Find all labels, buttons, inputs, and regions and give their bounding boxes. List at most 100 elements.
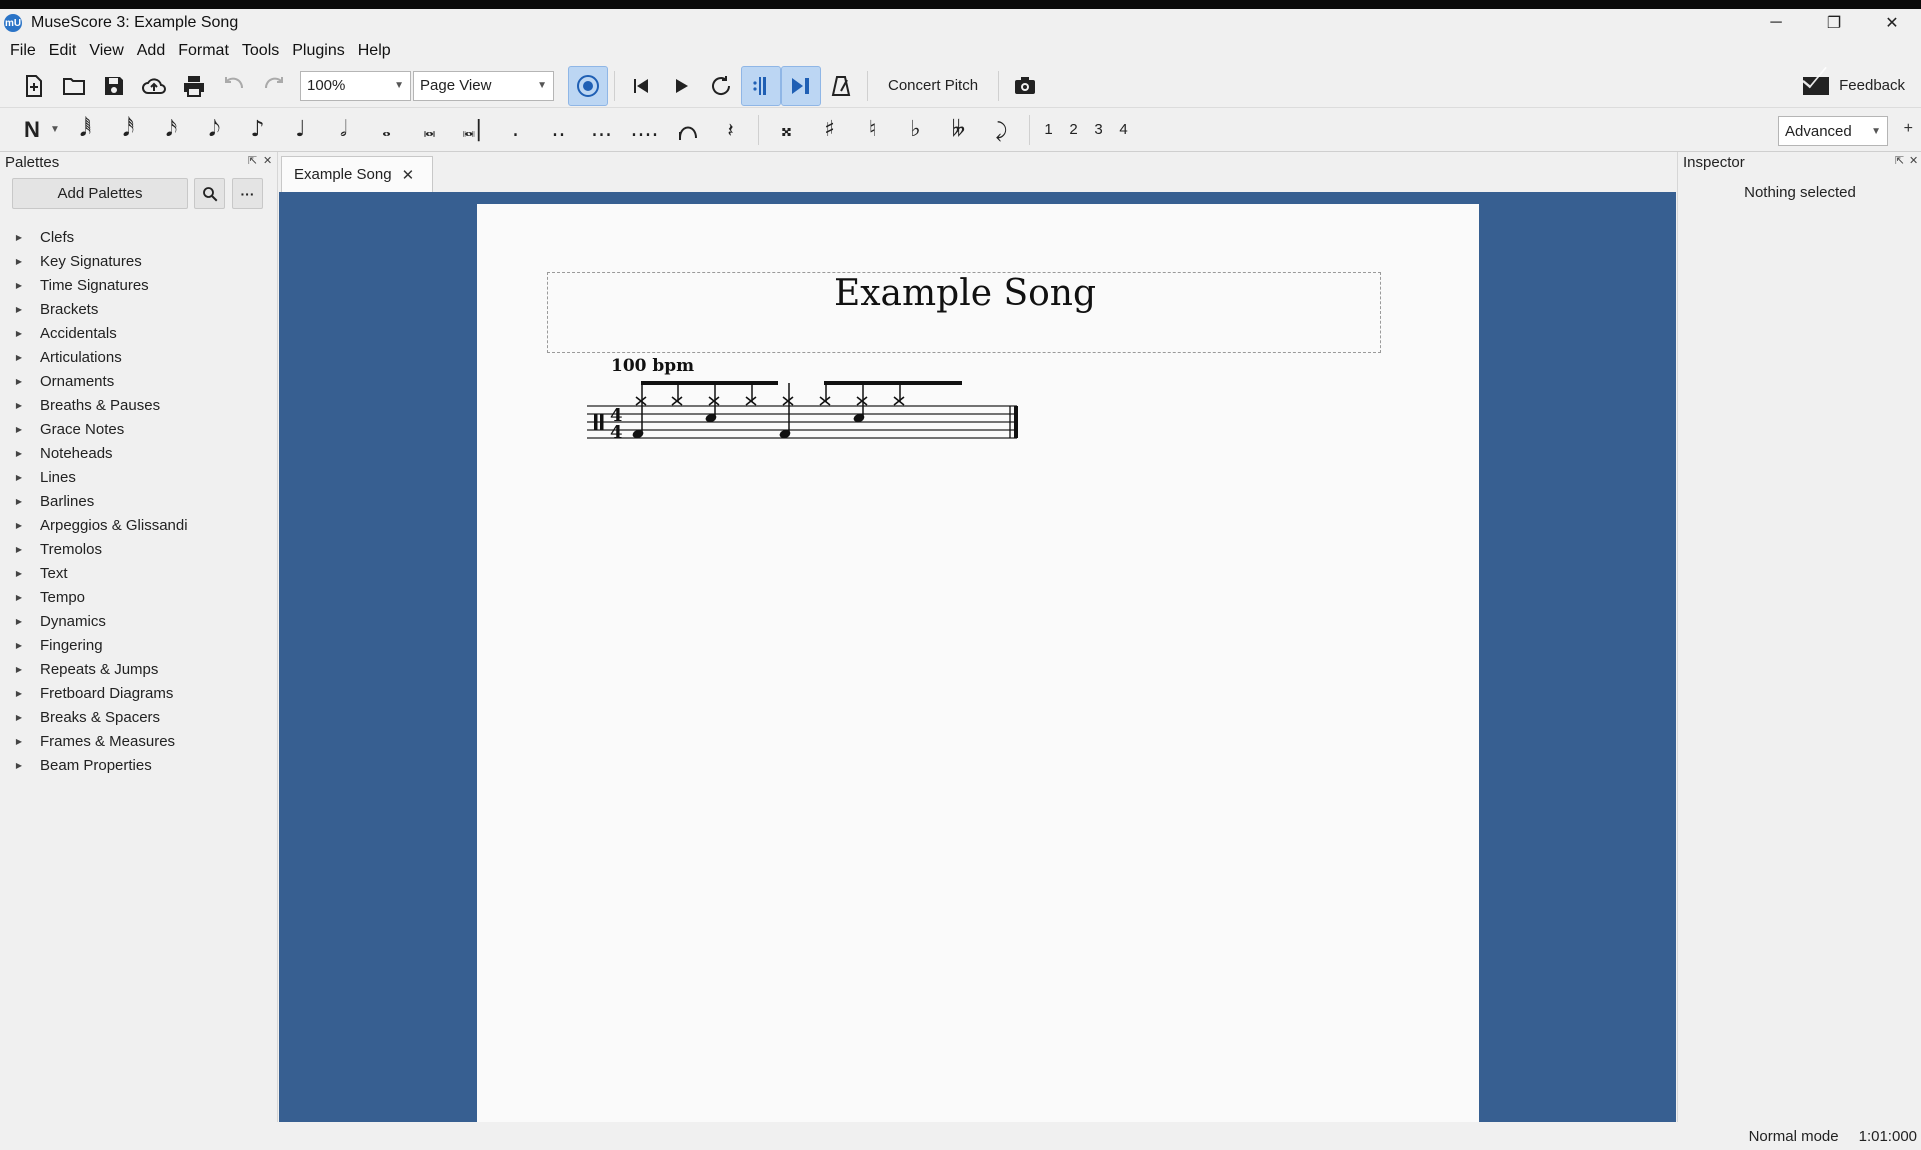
expand-arrow-icon[interactable]: ▶ [0,593,40,602]
undock-icon[interactable]: ⇱ [248,154,257,167]
double-dot-button[interactable]: .. [537,110,580,150]
save-button[interactable] [94,66,134,106]
note-input-mode-button[interactable] [568,65,608,106]
play-button[interactable] [661,66,701,106]
palette-search-button[interactable] [194,178,225,209]
expand-arrow-icon[interactable]: ▶ [0,353,40,362]
double-sharp-button[interactable]: 𝄪 [765,110,808,150]
duration-eighth-alt-button[interactable]: ♪ [236,110,279,150]
zoom-combobox[interactable]: 100% ▼ [300,70,411,101]
feedback-button[interactable]: Feedback [1803,76,1905,95]
augmentation-dot-button[interactable]: . [494,110,537,150]
palette-more-button[interactable]: ··· [232,178,263,209]
sharp-button[interactable]: ♯ [808,110,851,150]
palette-item[interactable]: ▶ Barlines [0,489,276,513]
expand-arrow-icon[interactable]: ▶ [0,329,40,338]
duration-32nd-button[interactable]: 𝅘𝅥𝅰 [107,110,150,150]
restore-button[interactable]: ❐ [1805,9,1863,37]
expand-arrow-icon[interactable]: ▶ [0,305,40,314]
score-page[interactable]: Example Song 100 bpm 4 4 [477,204,1479,1122]
new-score-button[interactable] [14,66,54,106]
close-tab-icon[interactable]: ✕ [402,166,415,184]
voice-1-button[interactable]: 1 [1036,121,1061,138]
rest-icon[interactable]: 𝄽 [709,110,752,150]
print-button[interactable] [174,66,214,106]
duration-longa-button[interactable]: 𝅜| [451,110,494,150]
hihat-note[interactable] [708,396,720,406]
undock-icon[interactable]: ⇱ [1895,154,1904,167]
concert-pitch-toggle[interactable]: Concert Pitch [888,77,978,94]
percussion-staff[interactable]: 4 4 [477,204,1479,464]
hihat-note[interactable] [856,396,868,406]
expand-arrow-icon[interactable]: ▶ [0,377,40,386]
beam-group-1[interactable] [641,381,778,385]
palette-item[interactable]: ▶ Arpeggios & Glissandi [0,513,276,537]
expand-arrow-icon[interactable]: ▶ [0,257,40,266]
duration-eighth-button[interactable]: 𝅘𝅥𝅮 [193,110,236,150]
add-palettes-button[interactable]: Add Palettes [12,178,188,209]
palette-item[interactable]: ▶ Tremolos [0,537,276,561]
undo-button[interactable] [214,66,254,106]
redo-button[interactable] [254,66,294,106]
palette-item[interactable]: ▶ Accidentals [0,321,276,345]
palette-item[interactable]: ▶ Fingering [0,633,276,657]
duration-breve-button[interactable]: 𝅜 [408,110,451,150]
natural-button[interactable]: ♮ [851,110,894,150]
palette-item[interactable]: ▶ Key Signatures [0,249,276,273]
menu-plugins[interactable]: Plugins [292,42,344,60]
flip-direction-icon[interactable]: ⤸ [980,110,1023,150]
menu-file[interactable]: File [10,42,36,60]
menu-help[interactable]: Help [358,42,391,60]
hihat-note[interactable] [782,396,794,406]
palette-item[interactable]: ▶ Beam Properties [0,753,276,777]
hihat-note[interactable] [745,396,757,406]
workspace-combobox[interactable]: Advanced ▼ [1778,116,1888,146]
palette-item[interactable]: ▶ Text [0,561,276,585]
expand-arrow-icon[interactable]: ▶ [0,425,40,434]
palette-item[interactable]: ▶ Tempo [0,585,276,609]
expand-arrow-icon[interactable]: ▶ [0,641,40,650]
loop-button[interactable] [701,66,741,106]
triple-dot-button[interactable]: ... [580,110,623,150]
beam-group-2[interactable] [824,381,962,385]
quadruple-dot-button[interactable]: .... [623,110,666,150]
close-icon[interactable]: ✕ [1909,154,1918,167]
score-tab[interactable]: Example Song ✕ [281,156,433,192]
palette-item[interactable]: ▶ Breaths & Pauses [0,393,276,417]
palette-item[interactable]: ▶ Lines [0,465,276,489]
hihat-note[interactable] [635,396,647,406]
palette-item[interactable]: ▶ Brackets [0,297,276,321]
menu-edit[interactable]: Edit [49,42,77,60]
palette-item[interactable]: ▶ Breaks & Spacers [0,705,276,729]
expand-arrow-icon[interactable]: ▶ [0,713,40,722]
input-mode-n-icon[interactable]: N [14,110,50,150]
duration-16th-button[interactable]: 𝅘𝅥𝅯 [150,110,193,150]
expand-arrow-icon[interactable]: ▶ [0,569,40,578]
palette-item[interactable]: ▶ Repeats & Jumps [0,657,276,681]
expand-arrow-icon[interactable]: ▶ [0,521,40,530]
pan-score-button[interactable] [781,65,821,106]
menu-add[interactable]: Add [137,42,165,60]
hihat-note[interactable] [671,396,683,406]
palette-item[interactable]: ▶ Dynamics [0,609,276,633]
expand-arrow-icon[interactable]: ▶ [0,617,40,626]
open-button[interactable] [54,66,94,106]
palette-item[interactable]: ▶ Grace Notes [0,417,276,441]
double-flat-button[interactable]: 𝄫 [937,110,980,150]
view-mode-combobox[interactable]: Page View ▼ [413,70,554,101]
voice-2-button[interactable]: 2 [1061,121,1086,138]
expand-arrow-icon[interactable]: ▶ [0,449,40,458]
palette-item[interactable]: ▶ Fretboard Diagrams [0,681,276,705]
expand-arrow-icon[interactable]: ▶ [0,737,40,746]
minimize-button[interactable]: ─ [1747,9,1805,37]
menu-tools[interactable]: Tools [242,42,279,60]
duration-half-button[interactable]: 𝅗𝅥 [322,110,365,150]
voice-3-button[interactable]: 3 [1086,121,1111,138]
palette-item[interactable]: ▶ Frames & Measures [0,729,276,753]
palette-item[interactable]: ▶ Time Signatures [0,273,276,297]
expand-arrow-icon[interactable]: ▶ [0,233,40,242]
duration-64th-button[interactable]: 𝅘𝅥𝅱 [64,110,107,150]
chevron-down-icon[interactable]: ▼ [50,124,64,135]
voice-4-button[interactable]: 4 [1111,121,1136,138]
add-workspace-button[interactable]: + [1904,120,1913,138]
